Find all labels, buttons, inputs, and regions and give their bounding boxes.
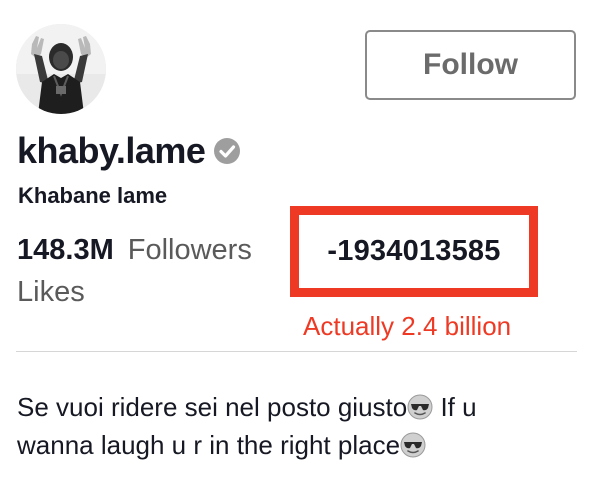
sunglasses-emoji-icon (407, 392, 433, 420)
followers-label: Followers (127, 234, 252, 266)
profile-avatar[interactable] (16, 24, 106, 114)
follower-stats: 148.3M Followers (17, 234, 252, 274)
followers-count: 148.3M (17, 234, 114, 266)
likes-label: Likes (17, 276, 85, 308)
divider (16, 351, 577, 352)
likes-count: -1934013585 (327, 235, 501, 267)
bio-line2: wanna laugh u r in the right place (17, 430, 401, 460)
follow-button[interactable]: Follow (365, 30, 576, 100)
username-row: khaby.lame (17, 128, 241, 174)
username: khaby.lame (17, 130, 206, 171)
avatar-photo-icon (16, 24, 106, 114)
sunglasses-emoji-icon (400, 430, 426, 458)
display-name: Khabane lame (18, 183, 168, 208)
likes-highlight-box: -1934013585 (290, 206, 538, 297)
verified-badge-icon (213, 137, 241, 165)
bio-line1: Se vuoi ridere sei nel posto giusto (17, 392, 408, 422)
likes-annotation: Actually 2.4 billion (303, 311, 512, 341)
bio-line1-after: If u (433, 392, 477, 422)
bio: Se vuoi ridere sei nel posto giusto If u… (17, 388, 537, 464)
